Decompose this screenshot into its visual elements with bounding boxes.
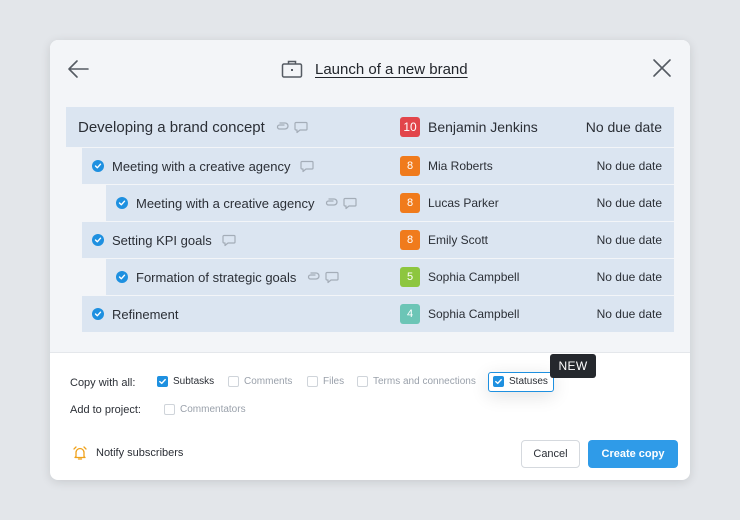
- task-row-main[interactable]: Developing a brand concept 10 Benjamin J…: [66, 107, 674, 147]
- notify-label: Notify subscribers: [96, 447, 184, 459]
- due-date: No due date: [585, 119, 662, 135]
- task-row[interactable]: Meeting with a creative agency 8 Mia Rob…: [82, 148, 674, 184]
- files-label: Files: [323, 376, 345, 387]
- dialog-header-area: Launch of a new brand Developing a brand…: [50, 40, 690, 352]
- attachment-icon: [326, 198, 339, 206]
- due-date: No due date: [596, 233, 662, 247]
- commentators-checkbox[interactable]: Commentators: [164, 404, 246, 415]
- comment-icon: [300, 160, 315, 172]
- dialog-title-wrap: Launch of a new brand: [281, 58, 468, 80]
- assignee: Emily Scott: [428, 233, 489, 247]
- attachment-icon: [276, 122, 289, 130]
- terms-checkbox[interactable]: Terms and connections: [357, 376, 476, 387]
- checkbox-unchecked-icon: [228, 376, 239, 387]
- task-name: Formation of strategic goals: [136, 269, 297, 285]
- task-row[interactable]: Formation of strategic goals 5 Sophia Ca…: [106, 259, 674, 295]
- check-icon: [116, 271, 128, 283]
- priority-badge: 10: [400, 117, 420, 137]
- check-icon: [92, 160, 104, 172]
- comment-icon: [343, 197, 358, 209]
- back-arrow-icon[interactable]: [66, 56, 92, 82]
- task-name: Meeting with a creative agency: [136, 195, 315, 211]
- due-date: No due date: [596, 270, 662, 284]
- task-name: Developing a brand concept: [78, 118, 265, 136]
- task-name: Refinement: [112, 306, 179, 322]
- comments-checkbox[interactable]: Comments: [228, 376, 292, 387]
- statuses-label: Statuses: [509, 376, 548, 387]
- check-icon: [116, 197, 128, 209]
- due-date: No due date: [596, 196, 662, 210]
- assignee: Sophia Campbell: [428, 270, 520, 284]
- priority-badge: 8: [400, 193, 420, 213]
- checkbox-checked-icon: [493, 376, 504, 387]
- close-icon[interactable]: [650, 56, 674, 80]
- assignee: Benjamin Jenkins: [428, 119, 538, 135]
- checkbox-checked-icon: [157, 376, 168, 387]
- due-date: No due date: [596, 159, 662, 173]
- comment-icon: [325, 271, 340, 283]
- subtasks-label: Subtasks: [173, 376, 215, 387]
- task-row[interactable]: Refinement 4 Sophia Campbell No due date: [82, 296, 674, 332]
- commentators-label: Commentators: [180, 404, 246, 415]
- files-checkbox[interactable]: Files: [307, 376, 344, 387]
- checkbox-unchecked-icon: [164, 404, 175, 415]
- assignee: Lucas Parker: [428, 196, 499, 210]
- check-icon: [92, 308, 104, 320]
- project-title-link[interactable]: Launch of a new brand: [315, 61, 468, 78]
- alarm-bell-icon: [73, 446, 87, 460]
- checkbox-unchecked-icon: [357, 376, 368, 387]
- divider: [50, 352, 690, 353]
- checkbox-unchecked-icon: [307, 376, 318, 387]
- task-name: Setting KPI goals: [112, 232, 212, 248]
- assignee: Mia Roberts: [428, 159, 493, 173]
- priority-badge: 5: [400, 267, 420, 287]
- create-copy-button[interactable]: Create copy: [588, 440, 678, 468]
- cancel-button[interactable]: Cancel: [521, 440, 580, 468]
- comment-icon: [222, 234, 236, 246]
- attachment-icon: [308, 272, 320, 280]
- comments-label: Comments: [244, 376, 293, 387]
- check-icon: [92, 234, 104, 246]
- subtasks-checkbox[interactable]: Subtasks: [157, 376, 214, 387]
- briefcase-icon: [281, 60, 303, 78]
- assignee: Sophia Campbell: [428, 307, 520, 321]
- statuses-checkbox[interactable]: Statuses: [493, 376, 548, 387]
- priority-badge: 8: [400, 230, 420, 250]
- add-to-project-label: Add to project:: [70, 404, 141, 416]
- copy-with-all-label: Copy with all:: [70, 377, 136, 389]
- terms-label: Terms and connections: [373, 376, 476, 387]
- task-row[interactable]: Meeting with a creative agency 8 Lucas P…: [106, 185, 674, 221]
- due-date: No due date: [596, 307, 662, 321]
- notify-subscribers-toggle[interactable]: Notify subscribers: [72, 445, 183, 461]
- comment-icon: [294, 121, 308, 133]
- priority-badge: 4: [400, 304, 420, 324]
- copy-task-dialog: Launch of a new brand Developing a brand…: [50, 40, 690, 480]
- task-row[interactable]: Setting KPI goals 8 Emily Scott No due d…: [82, 222, 674, 258]
- priority-badge: 8: [400, 156, 420, 176]
- task-name: Meeting with a creative agency: [112, 158, 291, 174]
- new-badge: NEW: [550, 354, 596, 378]
